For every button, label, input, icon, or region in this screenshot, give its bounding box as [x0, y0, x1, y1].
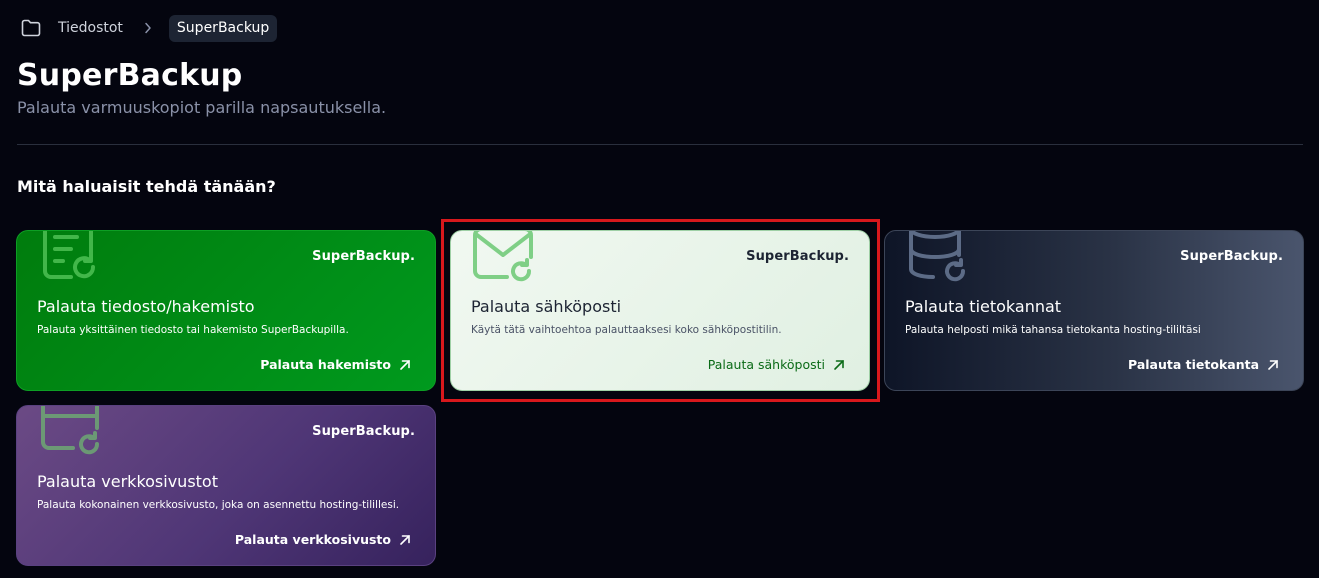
action-label: Palauta sähköposti — [707, 357, 825, 372]
action-label: Palauta hakemisto — [260, 357, 391, 372]
breadcrumb: Tiedostot SuperBackup — [20, 14, 278, 42]
page-title: SuperBackup — [17, 58, 243, 93]
card-description: Palauta kokonainen verkkosivusto, joka o… — [37, 499, 400, 511]
card-restore-files[interactable]: SuperBackup. Palauta tiedosto/hakemisto … — [16, 230, 436, 391]
card-title: Palauta sähköposti — [471, 297, 622, 316]
arrow-up-right-icon — [1267, 359, 1279, 371]
card-description: Käytä tätä vaihtoehtoa palauttaaksesi ko… — [471, 324, 782, 336]
brand-label: SuperBackup. — [312, 424, 415, 439]
database-restore-icon — [905, 231, 969, 285]
card-restore-databases[interactable]: SuperBackup. Palauta tietokannat Palauta… — [884, 230, 1304, 391]
divider — [17, 144, 1303, 145]
arrow-up-right-icon — [399, 534, 411, 546]
action-label: Palauta tietokanta — [1128, 357, 1259, 372]
card-description: Palauta yksittäinen tiedosto tai hakemis… — [37, 324, 349, 336]
restore-directory-link[interactable]: Palauta hakemisto — [260, 357, 411, 372]
page-subtitle: Palauta varmuuskopiot parilla napsautuks… — [17, 98, 387, 117]
restore-database-link[interactable]: Palauta tietokanta — [1128, 357, 1279, 372]
restore-email-link[interactable]: Palauta sähköposti — [708, 357, 845, 372]
website-restore-icon — [37, 406, 101, 460]
brand-label: SuperBackup. — [746, 249, 849, 264]
card-title: Palauta tiedosto/hakemisto — [37, 297, 255, 316]
arrow-up-right-icon — [399, 359, 411, 371]
mail-restore-icon — [471, 231, 535, 285]
file-restore-icon — [37, 231, 101, 285]
section-heading: Mitä haluaisit tehdä tänään? — [17, 177, 276, 196]
breadcrumb-item-current: SuperBackup — [168, 14, 278, 42]
chevron-right-icon — [141, 21, 155, 35]
folder-icon[interactable] — [20, 17, 42, 39]
card-title: Palauta tietokannat — [905, 297, 1062, 316]
action-label: Palauta verkkosivusto — [234, 532, 391, 547]
arrow-up-right-icon — [833, 359, 845, 371]
card-restore-email[interactable]: SuperBackup. Palauta sähköposti Käytä tä… — [450, 230, 870, 391]
card-restore-websites[interactable]: SuperBackup. Palauta verkkosivustot Pala… — [16, 405, 436, 566]
card-description: Palauta helposti mikä tahansa tietokanta… — [905, 324, 1201, 336]
restore-website-link[interactable]: Palauta verkkosivusto — [235, 532, 411, 547]
card-title: Palauta verkkosivustot — [37, 472, 218, 491]
breadcrumb-item-tiedostot[interactable]: Tiedostot — [58, 20, 123, 36]
brand-label: SuperBackup. — [1180, 249, 1283, 264]
brand-label: SuperBackup. — [312, 249, 415, 264]
